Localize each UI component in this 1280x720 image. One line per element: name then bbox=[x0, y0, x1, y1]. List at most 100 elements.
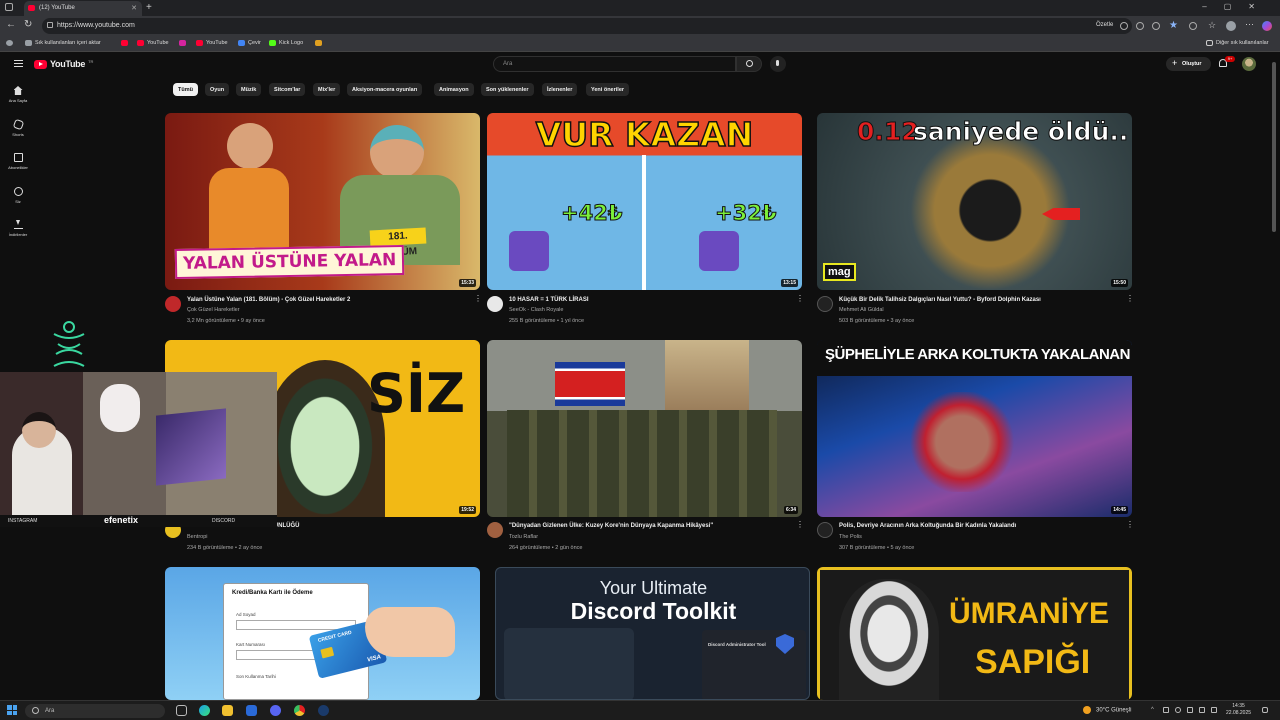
video-title[interactable]: Yalan Üstüne Yalan (181. Bölüm) - Çok Gü… bbox=[187, 297, 350, 303]
guide-subscriptions[interactable]: Abonelikler bbox=[4, 153, 32, 170]
guide-downloads[interactable]: İndirilenler bbox=[4, 220, 32, 237]
battery-icon[interactable] bbox=[1211, 707, 1217, 713]
other-bookmarks[interactable]: Diğer sık kullanılanlar bbox=[1206, 40, 1269, 46]
more-actions-icon[interactable]: ⋮ bbox=[796, 295, 804, 303]
url-field[interactable]: https://www.youtube.com bbox=[42, 18, 1132, 34]
network-icon[interactable] bbox=[1187, 707, 1193, 713]
steam-icon[interactable] bbox=[318, 705, 329, 716]
tray-expand-icon[interactable]: ^ bbox=[1151, 707, 1157, 713]
profile-avatar[interactable] bbox=[1226, 21, 1236, 31]
more-actions-icon[interactable]: ⋮ bbox=[1126, 521, 1134, 529]
voice-search-button[interactable] bbox=[770, 56, 786, 72]
chip-new-to-you[interactable]: Yeni öneriler bbox=[586, 83, 630, 96]
tab-actions-icon[interactable] bbox=[5, 3, 13, 11]
video-title[interactable]: 10 HASAR = 1 TÜRK LİRASI bbox=[509, 297, 589, 303]
more-actions-icon[interactable]: ⋮ bbox=[474, 295, 482, 303]
video-thumbnail[interactable]: ŞÜPHELİYLE ARKA KOLTUKTA YAKALANAN POLİS… bbox=[817, 340, 1132, 517]
more-actions-icon[interactable]: ⋮ bbox=[796, 521, 804, 529]
summarize-button[interactable]: Özetle bbox=[1096, 22, 1113, 28]
chip-mixes[interactable]: Mix'ler bbox=[313, 83, 341, 96]
bookmark-youtube-icon-only[interactable] bbox=[121, 40, 128, 46]
video-thumbnail[interactable]: Your Ultimate Discord Toolkit Discord Ad… bbox=[495, 567, 810, 700]
video-thumbnail[interactable]: 0.12 saniyede öldü.. mag 15:50 bbox=[817, 113, 1132, 290]
search-input[interactable]: Ara bbox=[493, 56, 736, 72]
chip-gaming[interactable]: Oyun bbox=[205, 83, 230, 96]
windows-start-icon[interactable] bbox=[7, 705, 17, 715]
channel-name[interactable]: SeeOk - Clash Royale bbox=[509, 307, 563, 313]
account-avatar[interactable] bbox=[1242, 57, 1256, 71]
volume-icon[interactable] bbox=[1199, 707, 1205, 713]
channel-avatar[interactable] bbox=[817, 296, 833, 312]
guide-home[interactable]: Ana Sayfa bbox=[4, 86, 32, 103]
chip-action-adventure[interactable]: Aksiyon-macera oyunları bbox=[347, 83, 423, 96]
bookmark-import[interactable]: Sık kullanılanları içeri aktar bbox=[25, 40, 101, 46]
create-button[interactable]: Oluştur bbox=[1166, 57, 1211, 71]
translate-icon[interactable] bbox=[1136, 22, 1144, 30]
channel-avatar[interactable] bbox=[817, 522, 833, 538]
chip-music[interactable]: Müzik bbox=[236, 83, 262, 96]
back-icon[interactable]: ← bbox=[6, 19, 16, 30]
taskbar-search[interactable]: Ara bbox=[25, 704, 165, 718]
more-actions-icon[interactable]: ⋮ bbox=[1126, 295, 1134, 303]
window-controls[interactable]: –▢✕ bbox=[1202, 2, 1272, 11]
close-tab-icon[interactable]: ✕ bbox=[131, 4, 137, 12]
chrome-icon[interactable] bbox=[294, 705, 305, 716]
bookmark-kick[interactable]: Kick Logo bbox=[269, 40, 303, 46]
edge-icon[interactable] bbox=[199, 705, 210, 716]
bookmark-instagram[interactable] bbox=[179, 40, 186, 46]
favorite-star-icon[interactable]: ★ bbox=[1169, 20, 1178, 31]
store-icon[interactable] bbox=[246, 705, 257, 716]
weather-widget[interactable]: 30°C Güneşli bbox=[1083, 706, 1131, 714]
chip-animation[interactable]: Animasyon bbox=[434, 83, 474, 96]
scrollbar-thumb[interactable] bbox=[1272, 62, 1276, 232]
video-title[interactable]: Küçük Bir Delik Talihsiz Dalgıçları Nası… bbox=[839, 297, 1041, 303]
chip-recently-uploaded[interactable]: Son yüklenenler bbox=[481, 83, 534, 96]
bookmarks-hub-icon[interactable] bbox=[6, 40, 13, 46]
refresh-icon[interactable]: ↻ bbox=[24, 19, 32, 30]
channel-name[interactable]: Mehmet Ali Güldal bbox=[839, 307, 884, 313]
task-view-icon[interactable] bbox=[176, 705, 187, 716]
channel-name[interactable]: Çok Güzel Hareketler bbox=[187, 307, 240, 313]
channel-name[interactable]: Bentropi bbox=[187, 534, 208, 540]
search-button[interactable] bbox=[736, 56, 762, 72]
video-thumbnail[interactable]: ÜMRANİYE SAPIĞI bbox=[817, 567, 1132, 700]
bookmark-youtube-2[interactable]: YouTube bbox=[196, 40, 228, 46]
copilot-icon[interactable] bbox=[1262, 21, 1272, 31]
file-explorer-icon[interactable] bbox=[222, 705, 233, 716]
tray-app-icon[interactable] bbox=[1163, 707, 1169, 713]
bookmark-misc[interactable] bbox=[315, 40, 322, 46]
youtube-logo[interactable]: YouTube TR bbox=[34, 59, 93, 69]
notification-center-icon[interactable] bbox=[1262, 707, 1268, 713]
video-thumbnail[interactable]: Kredi/Banka Kartı ile Ödeme Ad Soyad Kar… bbox=[165, 567, 480, 700]
browser-tab-youtube[interactable]: (12) YouTube ✕ bbox=[24, 1, 142, 16]
extensions-icon[interactable] bbox=[1189, 22, 1197, 30]
chip-watched[interactable]: İzlenenler bbox=[542, 83, 578, 96]
channel-avatar[interactable] bbox=[487, 296, 503, 312]
channel-name[interactable]: The Polis bbox=[839, 534, 862, 540]
guide-menu-icon[interactable] bbox=[14, 60, 23, 67]
video-thumbnail[interactable]: 6:34 bbox=[487, 340, 802, 517]
more-menu-icon[interactable]: ⋯ bbox=[1245, 19, 1254, 30]
discord-icon[interactable] bbox=[270, 705, 281, 716]
bookmark-youtube[interactable]: YouTube bbox=[137, 40, 169, 46]
video-thumbnail[interactable]: VUR KAZAN +42₺ +32₺ 13:15 bbox=[487, 113, 802, 290]
site-info-icon[interactable] bbox=[47, 22, 53, 28]
video-thumbnail[interactable]: 181. BÖLÜM YALAN ÜSTÜNE YALAN 15:33 bbox=[165, 113, 480, 290]
video-title[interactable]: "Dünyadan Gizlenen Ülke: Kuzey Kore'nin … bbox=[509, 523, 713, 529]
zoom-icon[interactable] bbox=[1152, 22, 1160, 30]
chip-sitcoms[interactable]: Sitcom'lar bbox=[269, 83, 306, 96]
clock[interactable]: 14:35 22.08.2025 bbox=[1226, 703, 1251, 717]
new-tab-icon[interactable]: + bbox=[146, 2, 152, 13]
guide-shorts[interactable]: Shorts bbox=[4, 118, 32, 137]
thumbnail-title: YALAN ÜSTÜNE YALAN bbox=[174, 245, 405, 279]
guide-you[interactable]: Siz bbox=[4, 187, 32, 204]
chip-all[interactable]: Tümü bbox=[173, 83, 198, 96]
channel-avatar[interactable] bbox=[165, 296, 181, 312]
reader-icon[interactable] bbox=[1120, 22, 1128, 30]
video-title[interactable]: Polis, Devriye Aracının Arka Koltuğunda … bbox=[839, 523, 1016, 529]
microphone-icon[interactable] bbox=[1175, 707, 1181, 713]
favorites-icon[interactable]: ☆ bbox=[1208, 20, 1216, 31]
bookmark-cevir[interactable]: Çevir bbox=[238, 40, 261, 46]
channel-avatar[interactable] bbox=[487, 522, 503, 538]
channel-name[interactable]: Tozlu Raflar bbox=[509, 534, 538, 540]
